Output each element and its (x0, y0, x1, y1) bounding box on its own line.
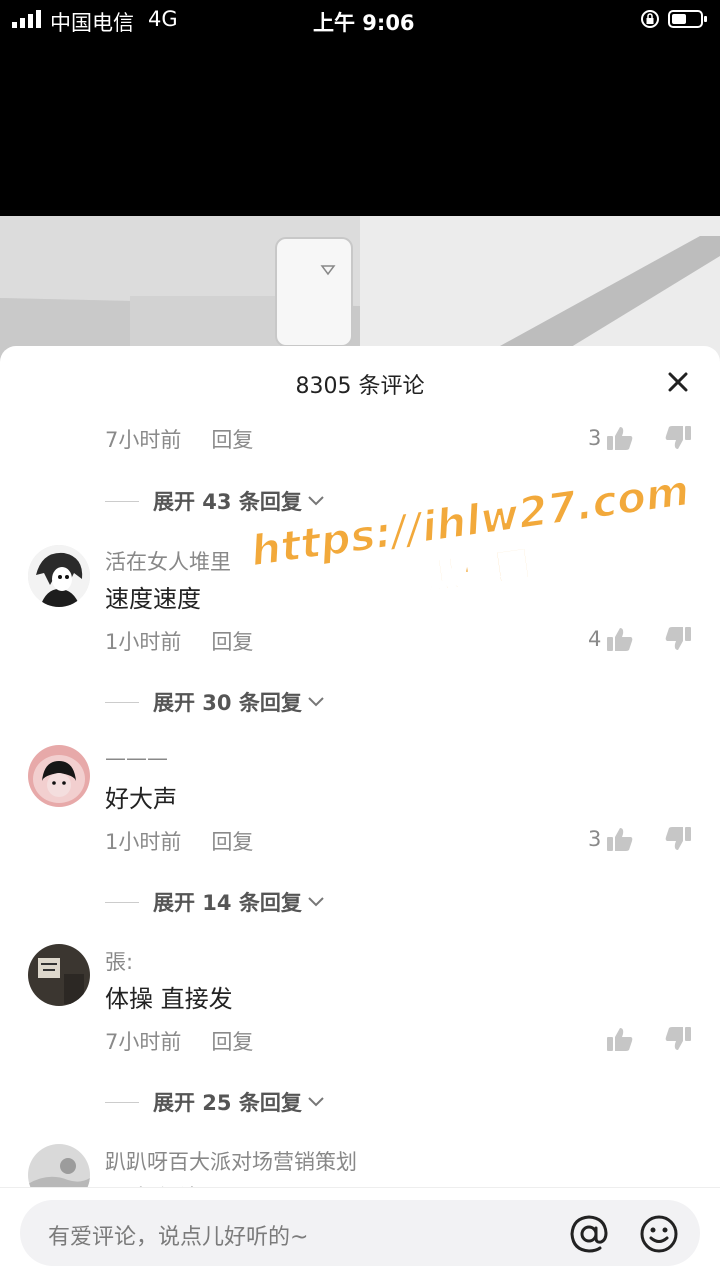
divider (105, 701, 139, 703)
rotation-lock-icon (641, 10, 659, 28)
chevron-down-icon (308, 1097, 324, 1107)
expand-replies-label: 展开 14 条回复 (153, 891, 302, 915)
comment-input-bar: 有爱评论，说点儿好听的~ (0, 1187, 720, 1280)
expand-replies-label: 展开 30 条回复 (153, 691, 302, 715)
thumbs-down-icon[interactable] (664, 626, 692, 652)
thumbs-down-icon[interactable] (664, 1026, 692, 1052)
comment-meta: 1小时前 回复 (105, 626, 253, 656)
comment-time: 7小时前 (105, 428, 182, 452)
comment-time: 1小时前 (105, 630, 182, 654)
status-time: 上午 9:06 (313, 11, 415, 35)
status-bar: 中国电信 4G 上午 9:06 (0, 0, 720, 38)
avatar[interactable] (28, 745, 90, 807)
at-icon[interactable] (568, 1213, 610, 1255)
avatar[interactable] (28, 944, 90, 1006)
battery-icon (668, 10, 707, 28)
comments-sheet: 8305 条评论 7小时前 回复 3 展开 43 条回复 活在女人堆里 速度速度 … (0, 346, 720, 1280)
like-count: 4 (588, 627, 602, 651)
expand-replies-button[interactable]: 展开 30 条回复 (105, 687, 326, 717)
carrier-name: 中国电信 (50, 11, 134, 35)
thumbs-up-icon[interactable] (606, 425, 634, 451)
signal-icon (12, 10, 41, 28)
comment-meta: 1小时前 回复 (105, 826, 253, 856)
expand-replies-label: 展开 43 条回复 (153, 490, 302, 514)
comment-input-placeholder: 有爱评论，说点儿好听的~ (48, 1225, 309, 1250)
comment-text: 好大声 (105, 785, 177, 813)
emoji-icon[interactable] (638, 1213, 680, 1255)
comment-text: 体操 直接发 (105, 985, 233, 1013)
thumbs-down-icon[interactable] (664, 826, 692, 852)
network-type: 4G (148, 7, 178, 31)
expand-replies-button[interactable]: 展开 25 条回复 (105, 1087, 326, 1117)
divider (105, 500, 139, 502)
video-frame[interactable] (0, 216, 720, 366)
reply-button[interactable]: 回复 (211, 1030, 253, 1054)
comment-meta: 7小时前 回复 (105, 1026, 253, 1056)
comment-username[interactable]: 趴趴呀百大派对场营销策划 (105, 1146, 357, 1176)
reply-button[interactable]: 回复 (211, 428, 253, 452)
thumbs-down-icon[interactable] (664, 425, 692, 451)
comment-time: 7小时前 (105, 1030, 182, 1054)
reply-button[interactable]: 回复 (211, 830, 253, 854)
comment-username[interactable]: ——— (105, 746, 168, 770)
like-count: 3 (588, 426, 602, 450)
close-icon[interactable] (664, 368, 692, 396)
thumbs-up-icon[interactable] (606, 1026, 634, 1052)
expand-replies-label: 展开 25 条回复 (153, 1091, 302, 1115)
comment-username[interactable]: 活在女人堆里 (105, 546, 231, 576)
comment-meta: 7小时前 回复 (105, 424, 253, 454)
chevron-down-icon (308, 496, 324, 506)
reply-button[interactable]: 回复 (211, 630, 253, 654)
avatar[interactable] (28, 545, 90, 607)
chevron-down-icon (308, 897, 324, 907)
comment-time: 1小时前 (105, 830, 182, 854)
expand-replies-button[interactable]: 展开 43 条回复 (105, 486, 326, 516)
thumbs-up-icon[interactable] (606, 826, 634, 852)
divider (105, 1101, 139, 1103)
comment-username[interactable]: 張: (105, 946, 133, 976)
thumbs-up-icon[interactable] (606, 626, 634, 652)
divider (105, 901, 139, 903)
comment-text: 速度速度 (105, 585, 201, 613)
chevron-down-icon (308, 697, 324, 707)
comment-input[interactable]: 有爱评论，说点儿好听的~ (20, 1200, 700, 1266)
like-count: 3 (588, 827, 602, 851)
comments-title: 8305 条评论 (295, 374, 425, 399)
expand-replies-button[interactable]: 展开 14 条回复 (105, 887, 326, 917)
